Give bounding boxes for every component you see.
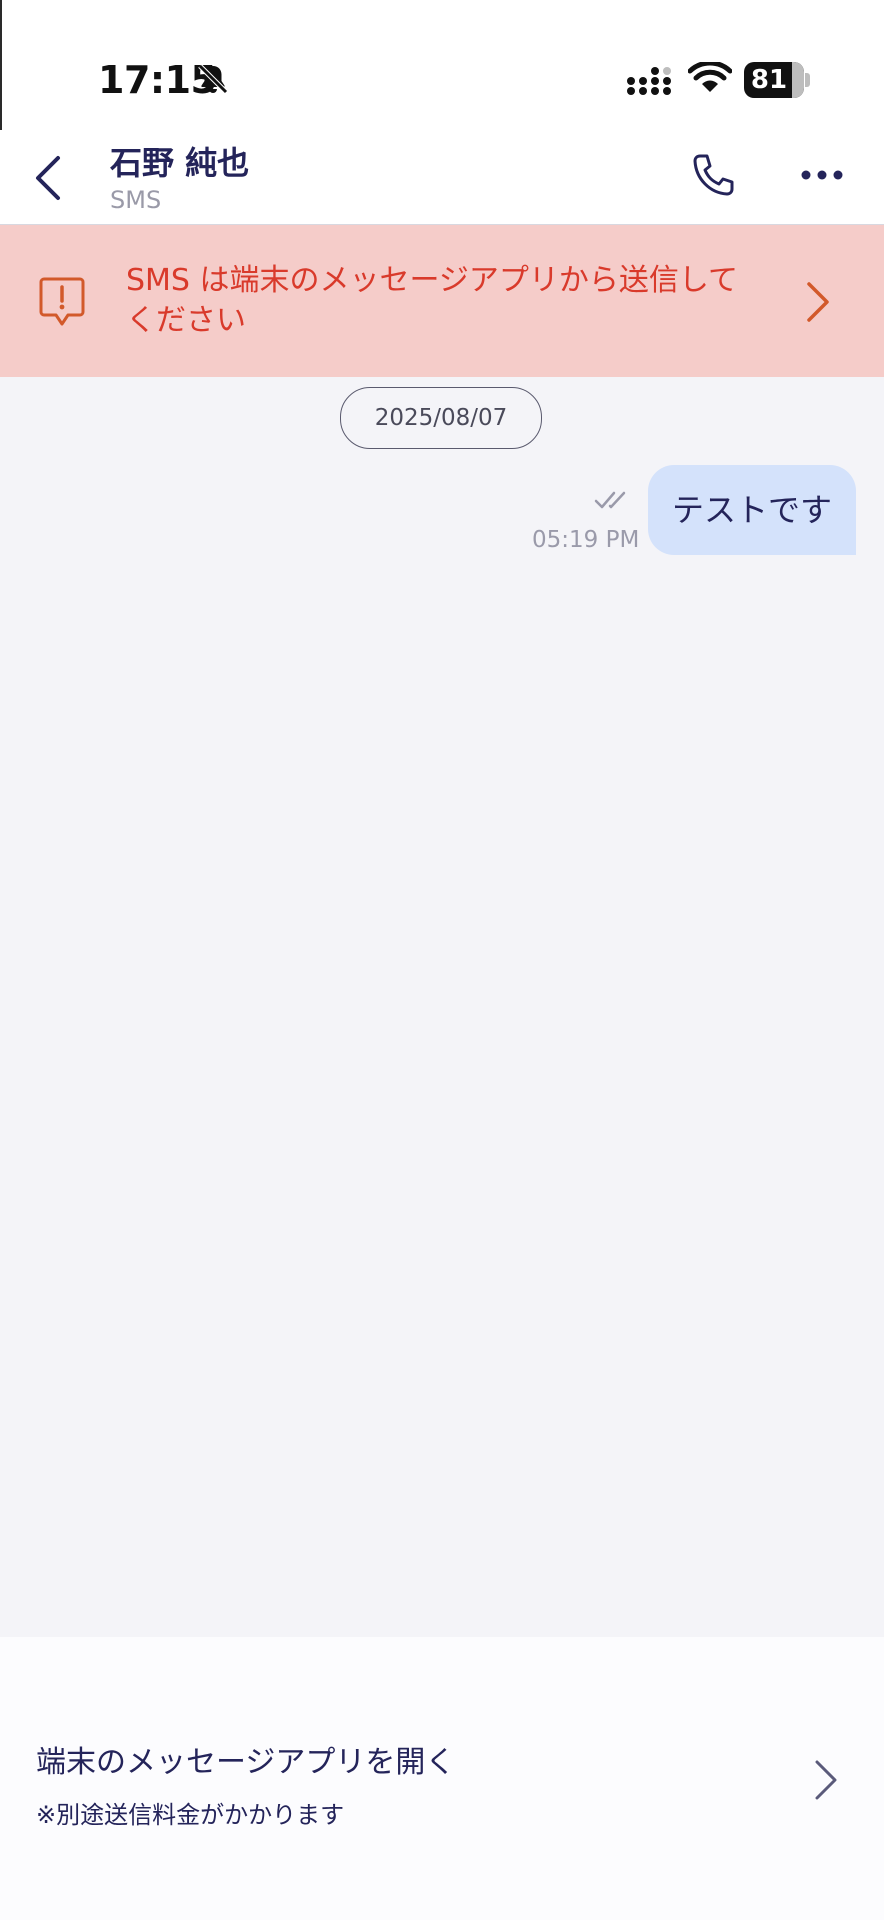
bell-slash-icon (198, 64, 228, 94)
open-messages-app-row[interactable]: 端末のメッセージアプリを開く ※別途送信料金がかかります (0, 1637, 884, 1920)
wifi-icon (688, 62, 732, 92)
chevron-right-icon (807, 282, 829, 322)
signal-icon (627, 67, 671, 95)
message-list[interactable]: 2025/08/07 05:19 PM テストです (0, 377, 884, 1637)
double-check-icon (594, 491, 626, 509)
battery-level: 81 (750, 65, 788, 95)
more-icon[interactable] (800, 166, 844, 184)
contact-name: 石野 純也 (110, 144, 250, 182)
fee-note: ※別途送信料金がかかります (36, 1801, 345, 1829)
battery-icon: 81 (744, 62, 812, 98)
banner-message: SMS は端末のメッセージアプリから送信してください (126, 263, 739, 338)
channel-label: SMS (110, 186, 162, 214)
date-separator: 2025/08/07 (340, 387, 542, 449)
chat-header: 石野 純也 SMS (0, 130, 884, 226)
status-bar: 17:15 81 (0, 0, 884, 130)
chevron-right-icon (815, 1760, 837, 1800)
outgoing-message-bubble[interactable]: テストです (648, 465, 856, 555)
message-time: 05:19 PM (532, 527, 640, 553)
alert-message-icon (39, 277, 85, 326)
open-messages-app-label: 端末のメッセージアプリを開く (36, 1745, 456, 1780)
back-chevron-icon[interactable] (30, 152, 70, 204)
phone-icon[interactable] (690, 152, 736, 198)
sms-warning-banner[interactable]: SMS は端末のメッセージアプリから送信してください (0, 225, 884, 377)
